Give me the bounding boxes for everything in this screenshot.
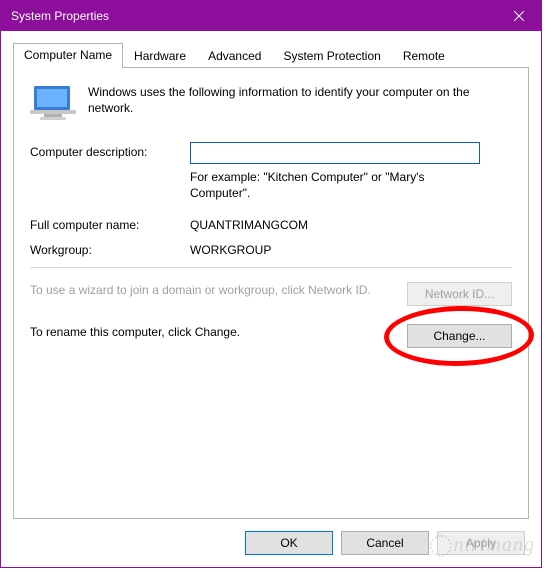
dialog-buttons: OK Cancel Apply xyxy=(13,519,529,567)
full-name-label: Full computer name: xyxy=(30,215,190,232)
cancel-button[interactable]: Cancel xyxy=(341,531,429,555)
computer-name-panel: Windows uses the following information t… xyxy=(13,67,529,519)
workgroup-value: WORKGROUP xyxy=(190,240,512,257)
intro-text: Windows uses the following information t… xyxy=(88,82,512,116)
divider xyxy=(30,267,512,268)
close-button[interactable] xyxy=(496,1,541,31)
window-title: System Properties xyxy=(11,9,496,23)
workgroup-label: Workgroup: xyxy=(30,240,190,257)
full-name-value: QUANTRIMANGCOM xyxy=(190,215,512,232)
system-properties-window: System Properties Computer Name Hardware… xyxy=(0,0,542,568)
tab-advanced[interactable]: Advanced xyxy=(197,45,272,67)
tab-remote[interactable]: Remote xyxy=(392,45,456,67)
rename-text: To rename this computer, click Change. xyxy=(30,324,407,340)
tab-strip: Computer Name Hardware Advanced System P… xyxy=(13,43,529,67)
client-area: Computer Name Hardware Advanced System P… xyxy=(1,31,541,567)
description-input[interactable] xyxy=(190,142,480,164)
close-icon xyxy=(514,11,524,21)
tab-hardware[interactable]: Hardware xyxy=(123,45,197,67)
network-id-button: Network ID... xyxy=(407,282,512,306)
description-label: Computer description: xyxy=(30,142,190,201)
apply-button: Apply xyxy=(437,531,525,555)
ok-button[interactable]: OK xyxy=(245,531,333,555)
tab-computer-name[interactable]: Computer Name xyxy=(13,43,123,68)
tab-system-protection[interactable]: System Protection xyxy=(272,45,391,67)
titlebar: System Properties xyxy=(1,1,541,31)
description-example: For example: "Kitchen Computer" or "Mary… xyxy=(190,170,480,201)
change-button[interactable]: Change... xyxy=(407,324,512,348)
computer-icon xyxy=(30,84,76,124)
wizard-text: To use a wizard to join a domain or work… xyxy=(30,282,407,298)
